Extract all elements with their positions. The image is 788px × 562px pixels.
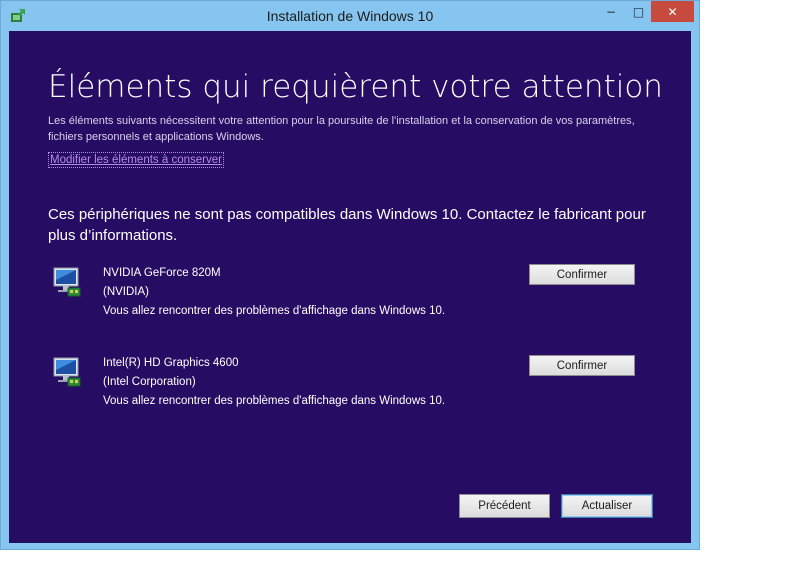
confirm-button[interactable]: Confirmer — [529, 264, 635, 285]
confirm-button[interactable]: Confirmer — [529, 355, 635, 376]
title-bar[interactable]: Installation de Windows 10 − □ ✕ — [1, 1, 699, 31]
device-item-nvidia: NVIDIA GeForce 820M (NVIDIA) Vous allez … — [48, 264, 668, 334]
modify-items-link[interactable]: Modifier les éléments à conserver — [48, 152, 224, 168]
minimize-button[interactable]: − — [596, 1, 626, 22]
device-name: NVIDIA GeForce 820M — [103, 267, 221, 279]
page-title: Éléments qui requièrent votre attention — [48, 69, 663, 105]
setup-content: Éléments qui requièrent votre attention … — [9, 31, 691, 543]
display-adapter-icon — [53, 357, 81, 387]
device-details: Intel(R) HD Graphics 4600 (Intel Corpora… — [103, 354, 445, 411]
device-issue: Vous allez rencontrer des problèmes d'af… — [103, 305, 446, 317]
device-vendor: (Intel Corporation) — [103, 376, 196, 388]
device-name: Intel(R) HD Graphics 4600 — [103, 357, 239, 369]
display-adapter-icon — [53, 267, 81, 297]
incompatible-devices-heading: Ces périphériques ne sont pas compatible… — [48, 206, 646, 244]
window-title: Installation de Windows 10 — [266, 8, 434, 24]
close-button[interactable]: ✕ — [651, 1, 694, 22]
device-details: NVIDIA GeForce 820M (NVIDIA) Vous allez … — [103, 264, 445, 321]
back-button[interactable]: Précédent — [459, 494, 550, 518]
page-description: Les éléments suivants nécessitent votre … — [48, 115, 635, 143]
maximize-button[interactable]: □ — [626, 1, 651, 22]
device-vendor: (NVIDIA) — [103, 286, 149, 298]
device-issue: Vous allez rencontrer des problèmes d'af… — [103, 395, 446, 407]
device-item-intel: Intel(R) HD Graphics 4600 (Intel Corpora… — [48, 354, 668, 424]
setup-window: Installation de Windows 10 − □ ✕ Élément… — [0, 0, 700, 550]
refresh-button[interactable]: Actualiser — [561, 494, 653, 518]
